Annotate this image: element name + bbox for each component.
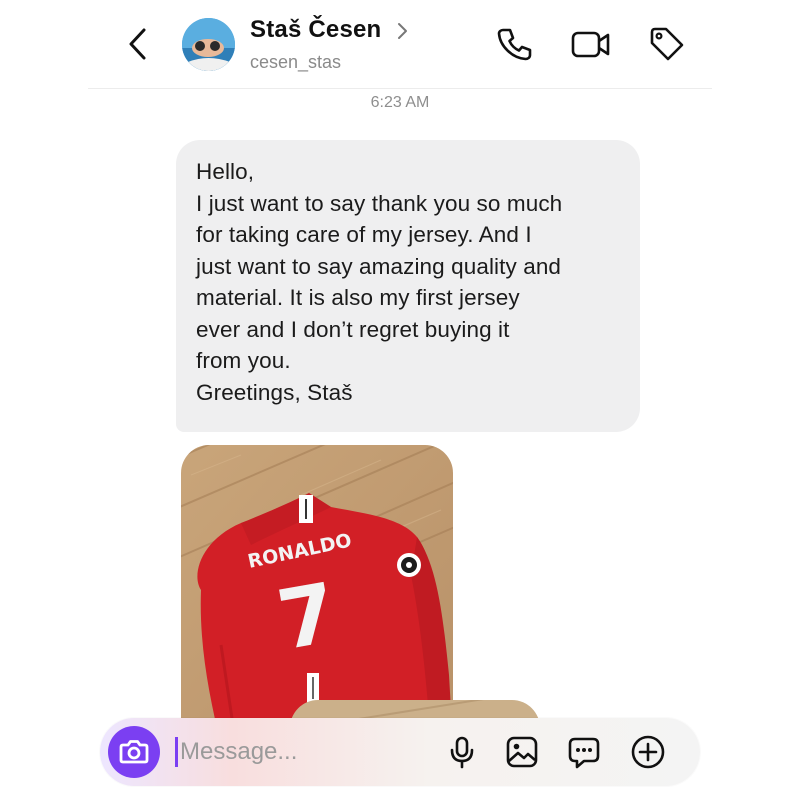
sticker-button[interactable]: [566, 734, 602, 770]
tag-button[interactable]: [646, 24, 686, 64]
text-caret: [175, 737, 178, 767]
camera-button[interactable]: [108, 726, 160, 778]
gallery-icon: [506, 736, 538, 768]
message-line: just want to say amazing quality and: [196, 253, 562, 279]
video-call-button[interactable]: [570, 24, 610, 64]
camera-icon: [119, 740, 149, 764]
message-line: Greetings, Staš: [196, 379, 353, 405]
message-line: I just want to say thank you so much: [196, 190, 563, 216]
header-divider: [88, 88, 712, 89]
avatar-image: [182, 18, 235, 71]
back-arrow-icon: [129, 28, 146, 60]
message-input[interactable]: [174, 732, 434, 772]
back-button[interactable]: [122, 24, 154, 64]
chat-header: Staš Česen cesen_stas: [0, 0, 800, 88]
phone-icon: [497, 28, 532, 61]
message-line: from you.: [196, 348, 291, 373]
gallery-button[interactable]: [504, 734, 540, 770]
chevron-right-icon: [398, 23, 407, 39]
tag-icon: [650, 27, 684, 61]
message-line: ever and I don’t regret buying it: [196, 316, 510, 342]
avatar[interactable]: [182, 18, 235, 71]
add-icon: [631, 735, 665, 769]
microphone-icon: [450, 736, 474, 769]
message-composer: [100, 718, 700, 786]
sticker-icon: [568, 737, 600, 769]
voice-message-button[interactable]: [444, 734, 480, 770]
contact-username: cesen_stas: [250, 52, 342, 72]
video-camera-icon: [571, 31, 610, 58]
call-button[interactable]: [494, 24, 534, 64]
message-line: for taking care of my jersey. And I: [196, 222, 532, 247]
add-button[interactable]: [630, 734, 666, 770]
contact-name: Staš Česen: [250, 16, 382, 43]
message-timestamp: 6:23 AM: [370, 94, 430, 111]
star-badge-icon: [397, 553, 421, 577]
message-line: material. It is also my first jersey: [196, 285, 520, 310]
contact-name-link[interactable]: Staš Česen: [250, 16, 407, 44]
message-bubble[interactable]: Hello, I just want to say thank you so m…: [176, 140, 640, 432]
message-line: Hello,: [196, 159, 255, 184]
